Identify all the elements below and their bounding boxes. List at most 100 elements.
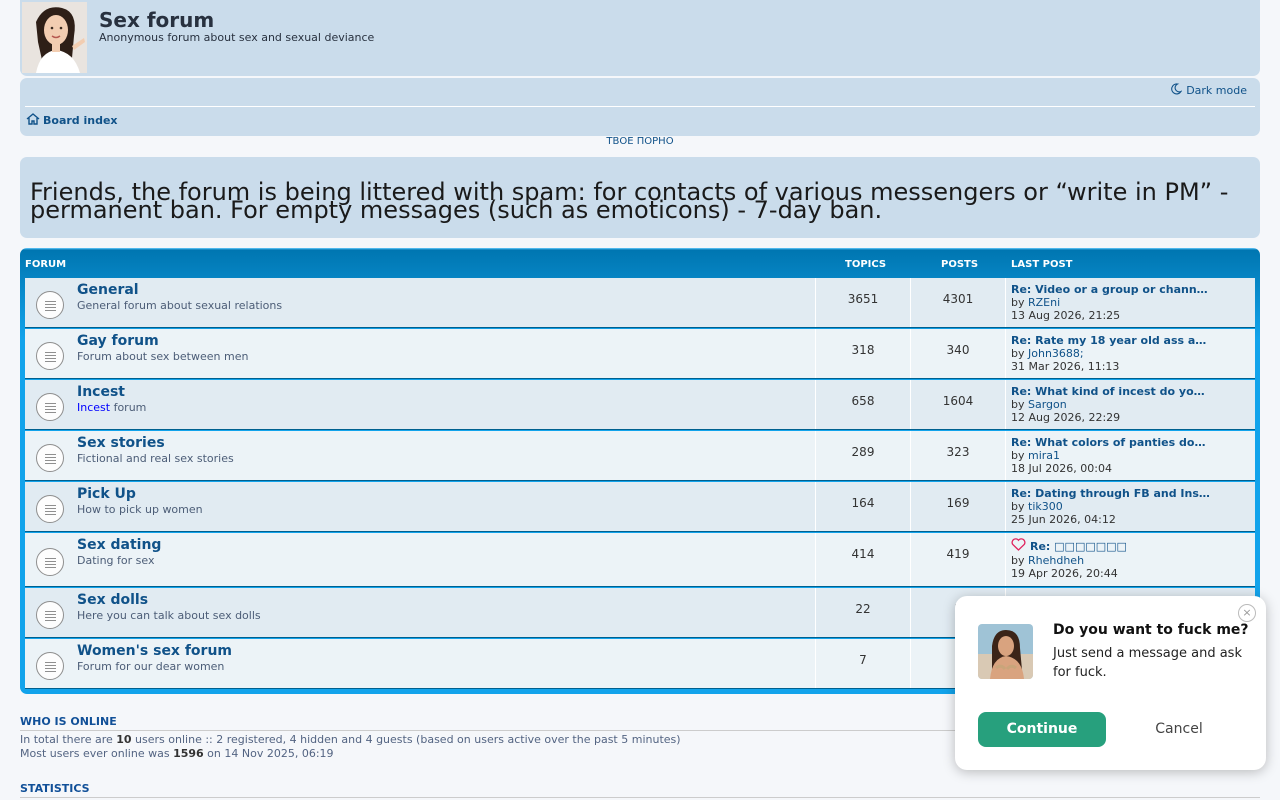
column-divider [1005,533,1006,586]
last-post-author-line: by RZEni [1011,296,1251,309]
header-posts: POSTS [941,259,979,270]
site-description: Anonymous forum about sex and sexual dev… [99,31,375,44]
forum-description: General forum about sexual relations [77,299,283,312]
last-post-title[interactable]: Re: Dating through FB and Ins… [1011,487,1251,500]
forum-title[interactable]: Incest [77,384,125,400]
message-popup: × Do you want to fuck me? Just send a me… [955,596,1266,770]
header-forum: FORUM [25,259,67,270]
forum-row: Sex dating Dating for sex 414 419 Re: □□… [25,533,1255,587]
online-text-part: Most users ever online was [20,747,174,760]
forum-read-icon[interactable] [36,342,64,370]
forum-description: Forum for our dear women [77,660,225,673]
ad-link[interactable]: ТВОЕ ПОРНО [0,136,1280,147]
last-post-author[interactable]: Sargon [1028,398,1067,411]
topics-count: 289 [851,445,875,459]
forum-title[interactable]: Gay forum [77,333,159,349]
forum-row: General General forum about sexual relat… [25,278,1255,328]
statistics-heading: STATISTICS [20,782,1260,798]
popup-text: Just send a message and ask for fuck. [1053,646,1242,680]
dark-mode-label: Dark mode [1186,84,1247,97]
last-post: Re: Dating through FB and Ins… by tik300… [1011,487,1251,526]
online-record: Most users ever online was 1596 on 14 No… [20,747,334,761]
site-logo[interactable] [22,2,87,73]
header-topics: TOPICS [845,259,887,270]
forum-title[interactable]: Sex stories [77,435,165,451]
forum-description: How to pick up women [77,503,203,516]
topics-count: 414 [851,547,875,561]
board-index-label: Board index [43,114,118,127]
forum-title[interactable]: Sex dolls [77,592,148,608]
announcement-notice: Friends, the forum is being littered wit… [20,157,1260,238]
forum-title[interactable]: General [77,282,139,298]
forum-title[interactable]: Women's sex forum [77,643,232,659]
forum-row: Incest Incest forum 658 1604 Re: What ki… [25,380,1255,430]
forum-read-icon[interactable] [36,495,64,523]
home-icon [26,113,40,128]
last-post-author-line: by Rhehdheh [1011,554,1251,567]
forum-read-icon[interactable] [36,652,64,680]
forum-read-icon[interactable] [36,444,64,472]
breadcrumb-board-index[interactable]: Board index [26,113,118,128]
description-rest: forum [110,401,147,414]
last-post-author-line: by John3688; [1011,347,1251,360]
last-post-author[interactable]: mira1 [1028,449,1060,462]
dark-mode-toggle[interactable]: Dark mode [1170,83,1247,98]
site-title[interactable]: Sex forum [99,8,214,32]
continue-button[interactable]: Continue [978,712,1106,747]
topics-count: 164 [851,496,875,510]
last-post-title[interactable]: Re: What kind of incest do yo… [1011,385,1251,398]
by-prefix: by [1011,449,1025,462]
site-header: Sex forum Anonymous forum about sex and … [20,0,1260,76]
last-post-date: 31 Mar 2026, 11:13 [1011,360,1120,373]
last-post-author[interactable]: John3688; [1028,347,1084,360]
posts-count: 4301 [942,292,974,306]
last-post-author[interactable]: Rhehdheh [1028,554,1084,567]
forum-row: Gay forum Forum about sex between men 31… [25,329,1255,379]
forum-read-icon[interactable] [36,548,64,576]
description-highlight-link[interactable]: Incest [77,401,110,414]
topics-count: 22 [855,602,871,616]
cancel-button[interactable]: Cancel [1115,712,1243,747]
by-prefix: by [1011,296,1025,309]
forum-read-icon[interactable] [36,291,64,319]
forum-description: Fictional and real sex stories [77,452,234,465]
last-post-title[interactable]: Re: Video or a group or chann… [1011,283,1251,296]
close-icon[interactable]: × [1238,604,1256,622]
last-post-author-line: by mira1 [1011,449,1251,462]
online-text-part: on 14 Nov 2025, 06:19 [203,747,334,760]
posts-count: 1604 [942,394,974,408]
header-last-post: LAST POST [1011,259,1073,270]
last-post-date: 13 Aug 2026, 21:25 [1011,309,1121,322]
last-post: Re: Video or a group or chann… by RZEni … [1011,283,1251,322]
last-post-author[interactable]: RZEni [1028,296,1060,309]
last-post-title[interactable]: Re: Rate my 18 year old ass a… [1011,334,1251,347]
moon-icon [1170,83,1183,98]
navbar: Dark mode Board index [20,78,1260,136]
nav-divider [25,106,1255,107]
last-post-author[interactable]: tik300 [1028,500,1063,513]
forum-title[interactable]: Sex dating [77,537,161,553]
forum-list-header: FORUM TOPICS POSTS LAST POST [20,248,1260,278]
posts-count: 323 [946,445,970,459]
posts-count: 169 [946,496,970,510]
last-post: Re: What colors of panties do… by mira1 … [1011,436,1251,475]
forum-row: Pick Up How to pick up women 164 169 Re:… [25,482,1255,532]
column-divider [1005,482,1006,531]
forum-title[interactable]: Pick Up [77,486,136,502]
last-post-date: 25 Jun 2026, 04:12 [1011,513,1116,526]
online-text-part: In total there are [20,733,117,746]
forum-read-icon[interactable] [36,393,64,421]
forum-read-icon[interactable] [36,601,64,629]
last-post: Re: □□□□□□□ by Rhehdheh 19 Apr 2026, 20:… [1011,538,1251,580]
last-post-date: 18 Jul 2026, 00:04 [1011,462,1112,475]
posts-count: 419 [946,547,970,561]
last-post-title-line[interactable]: Re: □□□□□□□ [1011,538,1251,554]
last-post-date: 12 Aug 2026, 22:29 [1011,411,1121,424]
topics-count: 3651 [847,292,879,306]
last-post-date: 19 Apr 2026, 20:44 [1011,567,1118,580]
last-post-author-line: by Sargon [1011,398,1251,411]
last-post-title[interactable]: Re: What colors of panties do… [1011,436,1251,449]
forum-description: Dating for sex [77,554,155,567]
by-prefix: by [1011,500,1025,513]
last-post: Re: What kind of incest do yo… by Sargon… [1011,385,1251,424]
